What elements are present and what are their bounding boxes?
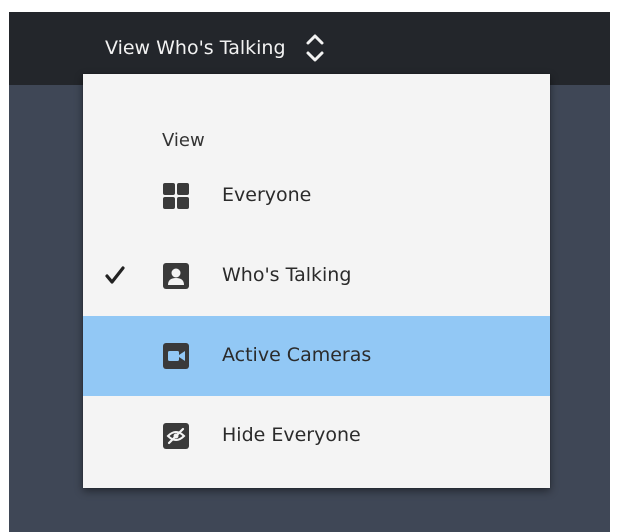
menu-item-active-cameras[interactable]: Active Cameras (83, 316, 550, 396)
view-mode-dropdown[interactable]: View Who's Talking (105, 30, 326, 66)
menu-header: View (162, 130, 205, 151)
menu-item-label: Who's Talking (222, 264, 352, 286)
checkmark-icon (105, 266, 125, 284)
eye-slash-icon (163, 423, 189, 449)
view-mode-label: View Who's Talking (105, 37, 286, 59)
menu-item-whos-talking[interactable]: Who's Talking (83, 236, 550, 316)
menu-item-everyone[interactable]: Everyone (83, 156, 550, 236)
view-menu: View Everyone Who's Talking Active Camer… (83, 74, 550, 488)
chevron-up-down-icon (306, 34, 324, 62)
menu-item-hide-everyone[interactable]: Hide Everyone (83, 396, 550, 476)
person-icon (163, 263, 189, 289)
menu-item-label: Hide Everyone (222, 424, 361, 446)
menu-item-label: Active Cameras (222, 344, 372, 366)
app-window: View Who's Talking View Everyone Who's T… (9, 12, 610, 532)
menu-item-label: Everyone (222, 184, 312, 206)
camera-icon (163, 343, 189, 369)
grid-icon (163, 183, 189, 209)
